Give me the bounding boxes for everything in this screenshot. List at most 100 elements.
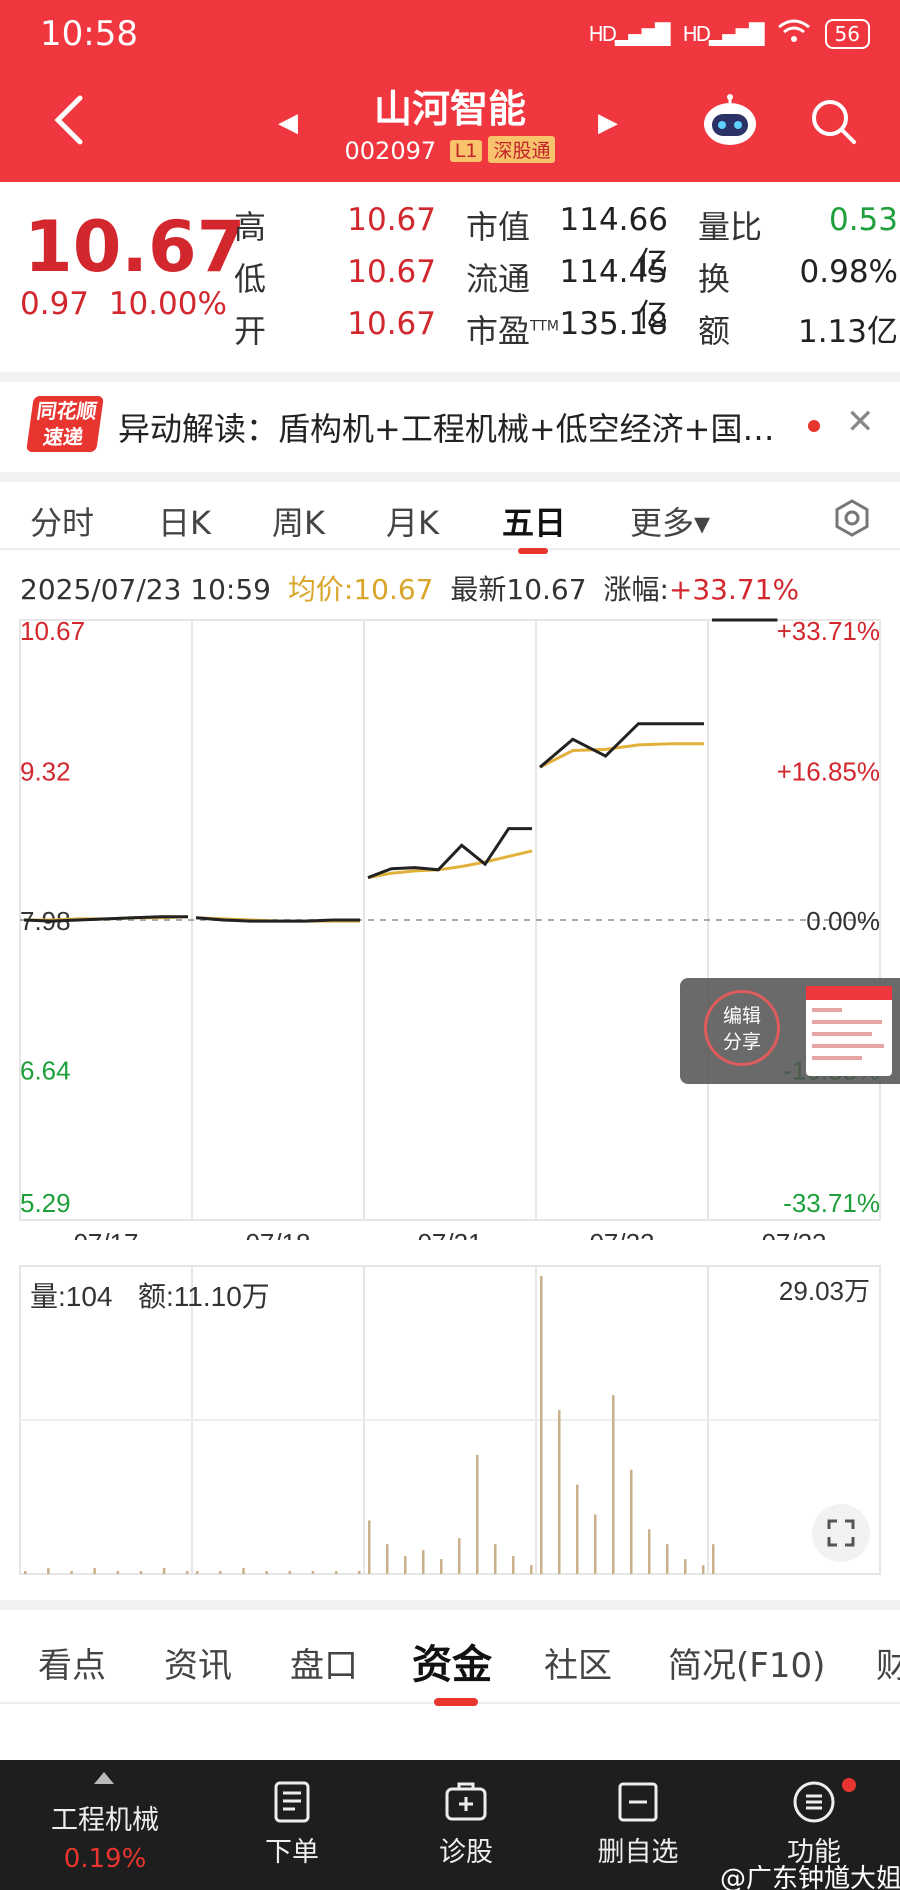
y-tick-label: 10.67: [20, 616, 85, 646]
volume-bar: [630, 1469, 633, 1574]
volume-bar: [440, 1559, 443, 1574]
price-chart[interactable]: 10.679.327.986.645.29+33.71%+16.85%0.00%…: [0, 600, 900, 1240]
volume-bar: [540, 1276, 543, 1574]
high-value: 10.67: [347, 202, 436, 238]
screenshot-thumbnail[interactable]: [806, 986, 892, 1076]
connect-tag: 深股通: [488, 136, 556, 163]
tab-intraday[interactable]: 分时: [30, 498, 94, 544]
volume-label: 量:104: [30, 1281, 113, 1312]
volume-bar: [70, 1571, 73, 1574]
turnover-value: 0.98%: [799, 254, 898, 290]
chart-tabs: 分时 日K 周K 月K 五日 更多▾: [0, 472, 900, 554]
y-tick-label: 6.64: [20, 1055, 71, 1085]
market-cap-label: 市值: [466, 208, 531, 246]
volume-bar: [139, 1571, 143, 1574]
status-time: 10:58: [40, 14, 138, 54]
tab-five-day[interactable]: 五日: [502, 498, 566, 544]
nav-order[interactable]: 下单: [202, 1760, 382, 1890]
volume-bar: [386, 1544, 389, 1574]
share-overlay[interactable]: 编辑 分享: [680, 978, 900, 1084]
volume-bar: [530, 1565, 533, 1574]
tab-news[interactable]: 资讯: [164, 1638, 232, 1687]
volume-bar: [494, 1544, 497, 1574]
price-line: [367, 827, 532, 880]
volume-bar: [594, 1514, 597, 1574]
tab-community[interactable]: 社区: [544, 1638, 612, 1687]
x-tick-label: 07/17: [73, 1228, 138, 1240]
tab-finance[interactable]: 财: [876, 1638, 900, 1687]
volume-bar: [684, 1559, 687, 1574]
news-ticker[interactable]: 同花顺 速递 异动解读：盾构机+工程机械+低空经济+国… ✕: [0, 372, 900, 462]
x-tick-label: 07/18: [245, 1228, 310, 1240]
signal-icon: HD▂▄▆█: [588, 22, 671, 46]
tab-underline: [518, 548, 548, 554]
level-tag: L1: [449, 140, 483, 162]
notification-dot: [842, 1778, 856, 1792]
high-label: 高: [234, 208, 267, 246]
app-header: 10:58 HD▂▄▆█ HD▂▄▆█ 56 ◀ ▶ 山河智能 002097 L…: [0, 0, 900, 182]
volume-bar: [47, 1568, 50, 1574]
settings-icon[interactable]: [832, 498, 872, 538]
volume-bar: [311, 1571, 315, 1574]
volume-bar: [288, 1571, 292, 1574]
quote-panel: 10.67 0.97 10.00% 高 10.67 市值 114.66亿 量比 …: [0, 182, 900, 372]
tab-daily-k[interactable]: 日K: [158, 498, 211, 544]
tab-more[interactable]: 更多▾: [630, 498, 710, 544]
robot-assistant-icon[interactable]: [700, 94, 760, 148]
volume-bar: [334, 1571, 338, 1574]
amount-label: 额: [698, 312, 731, 350]
tab-monthly-k[interactable]: 月K: [386, 498, 439, 544]
chevron-up-icon: [94, 1772, 114, 1784]
volume-amount-label: 额:11.10万: [138, 1281, 270, 1312]
news-text[interactable]: 异动解读：盾构机+工程机械+低空经济+国…: [118, 404, 774, 450]
volume-bar: [242, 1568, 245, 1574]
volume-bar: [116, 1571, 120, 1574]
x-tick-label: 07/23: [761, 1228, 826, 1240]
y-tick-pct-label: +16.85%: [777, 757, 880, 787]
volume-bar: [712, 1544, 715, 1574]
tab-funds[interactable]: 资金: [412, 1632, 492, 1690]
volume-bar: [558, 1410, 561, 1574]
nav-remove-watchlist[interactable]: 删自选: [548, 1760, 728, 1890]
weibo-watermark: @广东钟馗大姐: [720, 1864, 900, 1890]
current-price: 10.67: [24, 206, 246, 288]
tab-underline: [434, 1698, 478, 1706]
open-label: 开: [234, 312, 267, 350]
tab-weekly-k[interactable]: 周K: [272, 498, 325, 544]
volume-ratio-value: 0.53: [828, 202, 898, 238]
volume-bar: [93, 1568, 96, 1574]
close-icon[interactable]: ✕: [846, 402, 875, 442]
volume-ratio-label: 量比: [698, 208, 763, 246]
chart-frame: [19, 619, 881, 1221]
y-tick-pct-label: -33.71%: [783, 1188, 880, 1218]
nav-diagnose[interactable]: 诊股: [376, 1760, 556, 1890]
volume-chart[interactable]: 量:104 额:11.10万 29.03万: [0, 1264, 900, 1576]
pe-value: 135.18: [559, 306, 668, 342]
order-icon: [270, 1780, 314, 1824]
edit-share-button[interactable]: 编辑 分享: [704, 990, 780, 1066]
tab-highlights[interactable]: 看点: [38, 1638, 106, 1687]
volume-bar: [476, 1454, 479, 1574]
search-icon[interactable]: [808, 96, 860, 148]
unread-dot: [808, 420, 820, 432]
nav-sector[interactable]: 工程机械 0.19%: [0, 1760, 210, 1890]
price-change: 0.97 10.00%: [20, 286, 227, 322]
fullscreen-icon[interactable]: [812, 1504, 870, 1562]
volume-bar: [162, 1568, 166, 1574]
volume-bar: [576, 1484, 579, 1574]
turnover-label: 换: [698, 260, 731, 298]
y-tick-pct-label: 0.00%: [806, 906, 880, 936]
tab-order-book[interactable]: 盘口: [290, 1638, 358, 1687]
volume-bar: [24, 1571, 27, 1574]
news-logo: 同花顺 速递: [26, 396, 104, 452]
tab-profile-f10[interactable]: 简况(F10): [668, 1638, 825, 1687]
status-icons: HD▂▄▆█ HD▂▄▆█ 56: [589, 18, 870, 50]
volume-bar: [265, 1571, 268, 1574]
stock-subtitle: 002097 L1 深股通: [0, 136, 900, 165]
remove-watchlist-icon: [616, 1780, 660, 1824]
wifi-icon: [777, 18, 811, 50]
info-tabs: 看点 资讯 盘口 资金 社区 简况(F10) 财: [0, 1600, 900, 1706]
stock-name: 山河智能: [373, 87, 526, 131]
price-line: [539, 722, 704, 769]
stock-detail-screen: 10:58 HD▂▄▆█ HD▂▄▆█ 56 ◀ ▶ 山河智能 002097 L…: [0, 0, 900, 1890]
